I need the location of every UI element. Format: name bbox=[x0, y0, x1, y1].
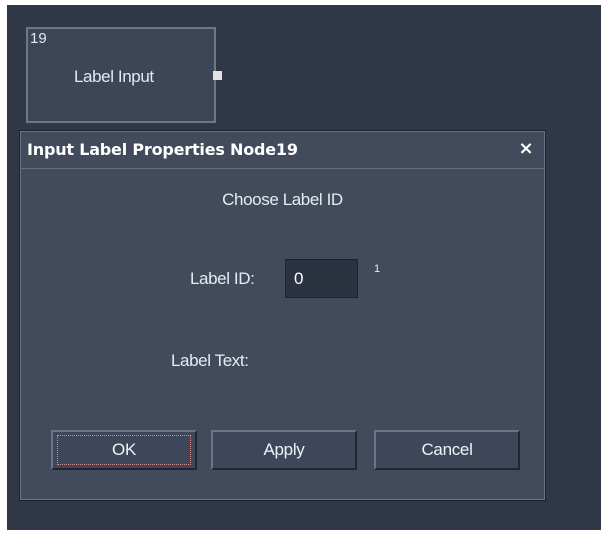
label-id-superscript: 1 bbox=[374, 263, 381, 275]
output-port-icon[interactable] bbox=[213, 71, 222, 80]
ok-button-label: OK bbox=[112, 440, 136, 459]
label-input-node[interactable]: 19 Label Input bbox=[26, 27, 222, 123]
dialog-titlebar[interactable]: Input Label Properties Node19 × bbox=[21, 132, 544, 169]
label-text-label: Label Text: bbox=[171, 351, 249, 370]
cancel-button[interactable]: Cancel bbox=[374, 430, 520, 470]
node-label: Label Input bbox=[74, 67, 154, 86]
label-id-input[interactable] bbox=[285, 259, 358, 298]
node-id: 19 bbox=[30, 30, 47, 47]
dialog-title: Input Label Properties Node19 bbox=[27, 140, 298, 159]
close-icon[interactable]: × bbox=[515, 138, 537, 160]
label-id-label: Label ID: bbox=[190, 269, 255, 288]
apply-button[interactable]: Apply bbox=[211, 430, 357, 470]
ok-button[interactable]: OK bbox=[51, 430, 197, 470]
input-label-properties-dialog: Input Label Properties Node19 × Choose L… bbox=[20, 131, 545, 500]
dialog-heading: Choose Label ID bbox=[222, 190, 343, 209]
